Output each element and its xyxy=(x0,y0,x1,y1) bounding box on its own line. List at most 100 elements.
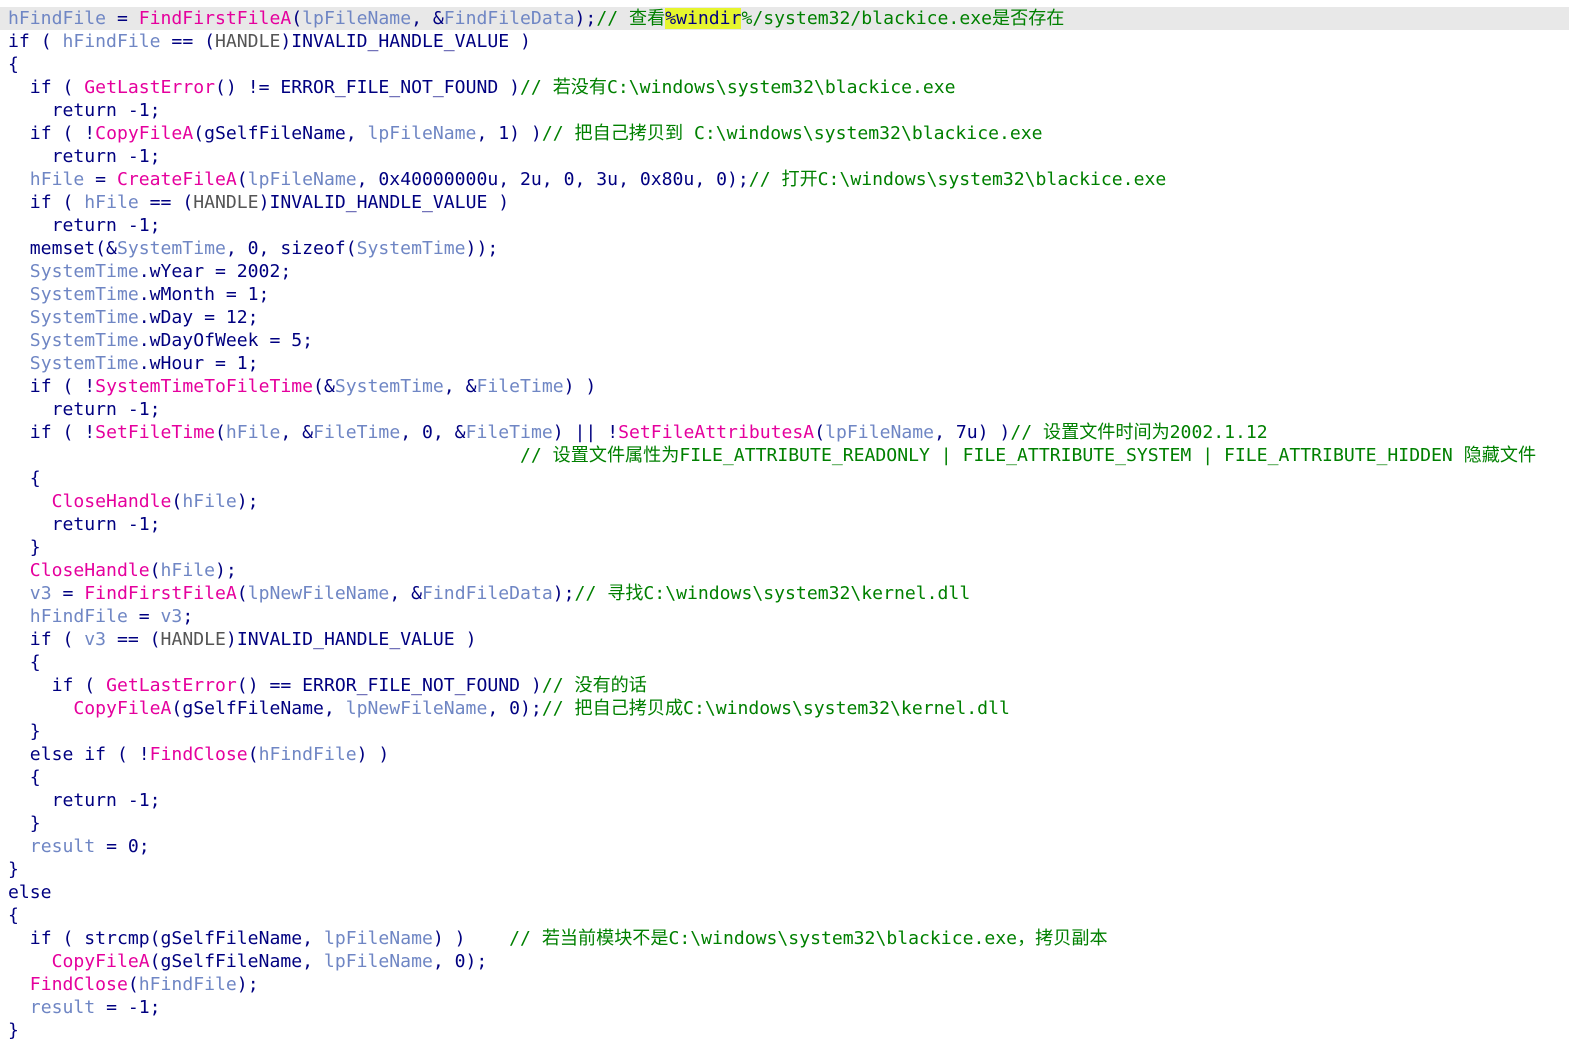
variable-name[interactable]: SystemTime xyxy=(357,238,466,259)
variable-name[interactable]: lpFileName xyxy=(368,123,477,144)
current-code-line[interactable]: hFindFile = FindFirstFileA(lpFileName, &… xyxy=(0,7,1569,30)
code-line[interactable]: { xyxy=(8,467,41,490)
variable-name[interactable]: hFile xyxy=(84,192,138,213)
function-name[interactable]: CloseHandle xyxy=(52,491,172,512)
variable-name[interactable]: FileTime xyxy=(313,422,400,443)
code-line[interactable]: if ( GetLastError() == ERROR_FILE_NOT_FO… xyxy=(8,674,647,697)
code-line[interactable]: { xyxy=(8,53,19,76)
variable-name[interactable]: lpNewFileName xyxy=(248,583,390,604)
code-line[interactable]: } xyxy=(8,536,41,559)
code-line[interactable]: { xyxy=(8,904,19,927)
variable-name[interactable]: FindFileData xyxy=(422,583,553,604)
function-name[interactable]: GetLastError xyxy=(106,675,237,696)
code-line[interactable]: else xyxy=(8,881,52,904)
variable-name[interactable]: lpFileName xyxy=(825,422,934,443)
variable-name[interactable]: hFindFile xyxy=(30,606,128,627)
code-line[interactable]: { xyxy=(8,766,41,789)
code-line[interactable]: return -1; xyxy=(8,513,161,536)
code-line[interactable]: if ( !CopyFileA(gSelfFileName, lpFileNam… xyxy=(8,122,1043,145)
code-line[interactable]: SystemTime.wYear = 2002; xyxy=(8,260,291,283)
variable-name[interactable]: hFile xyxy=(226,422,280,443)
variable-name[interactable]: hFindFile xyxy=(139,974,237,995)
code-line[interactable]: memset(&SystemTime, 0, sizeof(SystemTime… xyxy=(8,237,498,260)
variable-name[interactable]: SystemTime xyxy=(30,307,139,328)
code-line[interactable]: if ( !SystemTimeToFileTime(&SystemTime, … xyxy=(8,375,597,398)
variable-name[interactable]: result xyxy=(30,836,95,857)
variable-name[interactable]: lpNewFileName xyxy=(346,698,488,719)
function-name[interactable]: FindFirstFileA xyxy=(84,583,237,604)
keyword: if xyxy=(51,675,74,696)
code-line[interactable]: } xyxy=(8,1019,19,1042)
code-line[interactable]: return -1; xyxy=(8,789,161,812)
code-line[interactable]: SystemTime.wHour = 1; xyxy=(8,352,259,375)
code-line[interactable]: { xyxy=(8,651,41,674)
variable-name[interactable]: lpFileName xyxy=(324,951,433,972)
code-line[interactable]: } xyxy=(8,858,19,881)
function-name[interactable]: CopyFileA xyxy=(95,123,193,144)
function-name[interactable]: FindFirstFileA xyxy=(139,8,292,29)
code-line[interactable]: if ( v3 == (HANDLE)INVALID_HANDLE_VALUE … xyxy=(8,628,477,651)
function-name[interactable]: FindClose xyxy=(30,974,128,995)
function-name[interactable]: SetFileTime xyxy=(95,422,215,443)
code-line[interactable]: CloseHandle(hFile); xyxy=(8,559,237,582)
variable-name[interactable]: FileTime xyxy=(466,422,553,443)
code-comment: // 没有的话 xyxy=(541,675,647,696)
code-line[interactable]: FindClose(hFindFile); xyxy=(8,973,259,996)
code-line[interactable]: } xyxy=(8,720,41,743)
variable-name[interactable]: SystemTime xyxy=(30,330,139,351)
function-name[interactable]: CreateFileA xyxy=(117,169,237,190)
code-line[interactable]: return -1; xyxy=(8,398,161,421)
code-line[interactable]: SystemTime.wMonth = 1; xyxy=(8,283,270,306)
variable-name[interactable]: hFile xyxy=(30,169,84,190)
code-line[interactable]: hFindFile = v3; xyxy=(8,605,193,628)
variable-name[interactable]: v3 xyxy=(161,606,183,627)
variable-name[interactable]: hFile xyxy=(161,560,215,581)
code-line[interactable]: else if ( !FindClose(hFindFile) ) xyxy=(8,743,390,766)
variable-name[interactable]: lpFileName xyxy=(248,169,357,190)
variable-name[interactable]: SystemTime xyxy=(117,238,226,259)
code-line[interactable]: SystemTime.wDayOfWeek = 5; xyxy=(8,329,313,352)
variable-name[interactable]: hFindFile xyxy=(259,744,357,765)
code-line[interactable]: CopyFileA(gSelfFileName, lpFileName, 0); xyxy=(8,950,488,973)
variable-name[interactable]: SystemTime xyxy=(30,353,139,374)
code-line[interactable]: if ( strcmp(gSelfFileName, lpFileName) )… xyxy=(8,927,1108,950)
code-line[interactable]: CloseHandle(hFile); xyxy=(8,490,259,513)
code-line[interactable]: v3 = FindFirstFileA(lpNewFileName, &Find… xyxy=(8,582,970,605)
variable-name[interactable]: SystemTime xyxy=(30,261,139,282)
code-line[interactable]: // 设置文件属性为FILE_ATTRIBUTE_READONLY | FILE… xyxy=(8,444,1536,467)
variable-name[interactable]: SystemTime xyxy=(335,376,444,397)
variable-name[interactable]: hFindFile xyxy=(62,31,160,52)
code-line[interactable]: CopyFileA(gSelfFileName, lpNewFileName, … xyxy=(8,697,1009,720)
variable-name[interactable]: result xyxy=(30,997,95,1018)
variable-name[interactable]: FileTime xyxy=(476,376,563,397)
function-name[interactable]: CopyFileA xyxy=(52,951,150,972)
code-line[interactable]: if ( GetLastError() != ERROR_FILE_NOT_FO… xyxy=(8,76,956,99)
code-line[interactable]: hFile = CreateFileA(lpFileName, 0x400000… xyxy=(8,168,1166,191)
code-text: , & xyxy=(443,376,477,397)
code-line[interactable]: result = -1; xyxy=(8,996,161,1019)
variable-name[interactable]: v3 xyxy=(84,629,106,650)
code-line[interactable]: if ( hFindFile == (HANDLE)INVALID_HANDLE… xyxy=(8,30,531,53)
decompiled-code-view[interactable]: hFindFile = FindFirstFileA(lpFileName, &… xyxy=(0,0,1569,1047)
function-name[interactable]: CloseHandle xyxy=(30,560,150,581)
variable-name[interactable]: SystemTime xyxy=(30,284,139,305)
variable-name[interactable]: hFindFile xyxy=(8,8,106,29)
code-line[interactable]: return -1; xyxy=(8,145,161,168)
code-line[interactable]: if ( hFile == (HANDLE)INVALID_HANDLE_VAL… xyxy=(8,191,509,214)
function-name[interactable]: GetLastError xyxy=(84,77,215,98)
function-name[interactable]: FindClose xyxy=(150,744,248,765)
variable-name[interactable]: hFile xyxy=(182,491,236,512)
code-line[interactable]: if ( !SetFileTime(hFile, &FileTime, 0, &… xyxy=(8,421,1268,444)
code-line[interactable]: return -1; xyxy=(8,99,161,122)
variable-name[interactable]: lpFileName xyxy=(302,8,411,29)
variable-name[interactable]: lpFileName xyxy=(324,928,433,949)
variable-name[interactable]: FindFileData xyxy=(444,8,575,29)
function-name[interactable]: CopyFileA xyxy=(73,698,171,719)
variable-name[interactable]: v3 xyxy=(30,583,52,604)
function-name[interactable]: SetFileAttributesA xyxy=(618,422,814,443)
code-line[interactable]: } xyxy=(8,812,41,835)
function-name[interactable]: SystemTimeToFileTime xyxy=(95,376,313,397)
code-line[interactable]: SystemTime.wDay = 12; xyxy=(8,306,259,329)
code-line[interactable]: return -1; xyxy=(8,214,161,237)
code-line[interactable]: result = 0; xyxy=(8,835,150,858)
